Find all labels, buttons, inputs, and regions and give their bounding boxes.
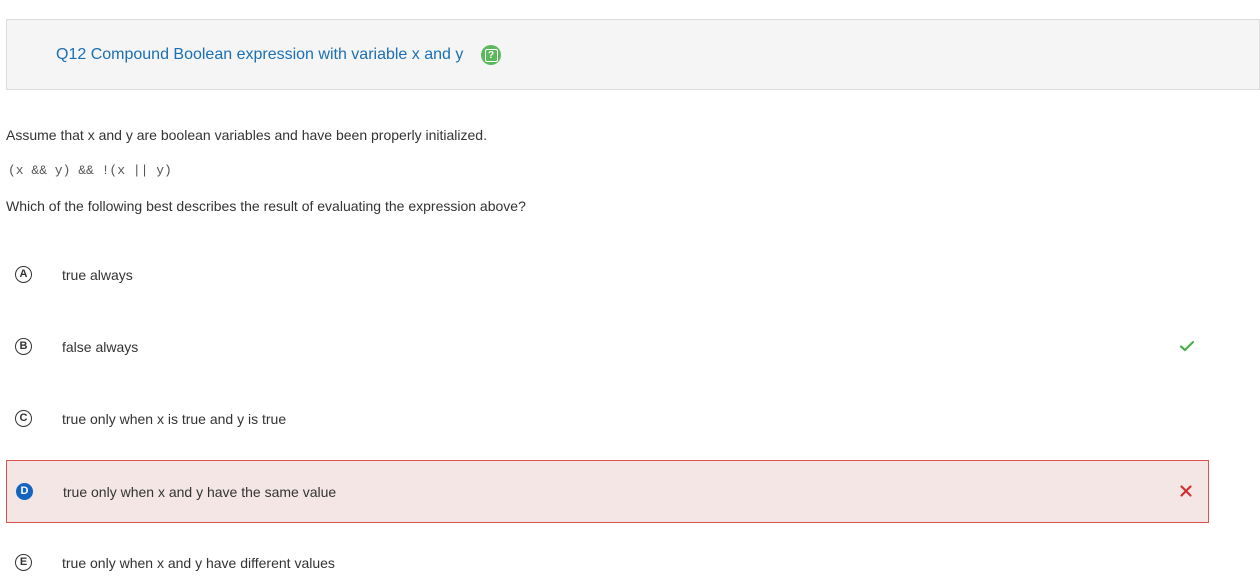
choice-letter-c[interactable]: C xyxy=(15,410,32,427)
question-stem-code: (x && y) && !(x || y) xyxy=(8,163,172,178)
choice-letter-e[interactable]: E xyxy=(15,554,32,571)
checkmark-icon xyxy=(1179,340,1195,352)
choice-c[interactable]: C true only when x is true and y is true xyxy=(6,388,1209,451)
choice-text-c: true only when x is true and y is true xyxy=(62,411,287,427)
question-stem-prompt: Which of the following best describes th… xyxy=(6,198,526,214)
choice-e[interactable]: E true only when x and y have different … xyxy=(6,532,1209,587)
choice-text-d: true only when x and y have the same val… xyxy=(63,484,337,500)
choice-a[interactable]: A true always xyxy=(6,244,1209,307)
question-mark-icon[interactable]: ? xyxy=(481,45,501,65)
choice-text-b: false always xyxy=(62,339,139,355)
choice-text-a: true always xyxy=(62,267,133,283)
question-header: Q12 Compound Boolean expression with var… xyxy=(6,19,1260,90)
choice-d[interactable]: D true only when x and y have the same v… xyxy=(6,460,1209,523)
choice-letter-a[interactable]: A xyxy=(15,266,32,283)
choice-letter-b[interactable]: B xyxy=(15,338,32,355)
question-title: Q12 Compound Boolean expression with var… xyxy=(56,46,464,63)
question-stem-intro: Assume that x and y are boolean variable… xyxy=(6,127,487,143)
choice-text-e: true only when x and y have different va… xyxy=(62,555,335,571)
question-page: Q12 Compound Boolean expression with var… xyxy=(0,0,1260,587)
choice-b[interactable]: B false always xyxy=(6,316,1209,379)
close-icon xyxy=(1180,485,1192,497)
choice-letter-d[interactable]: D xyxy=(16,483,33,500)
